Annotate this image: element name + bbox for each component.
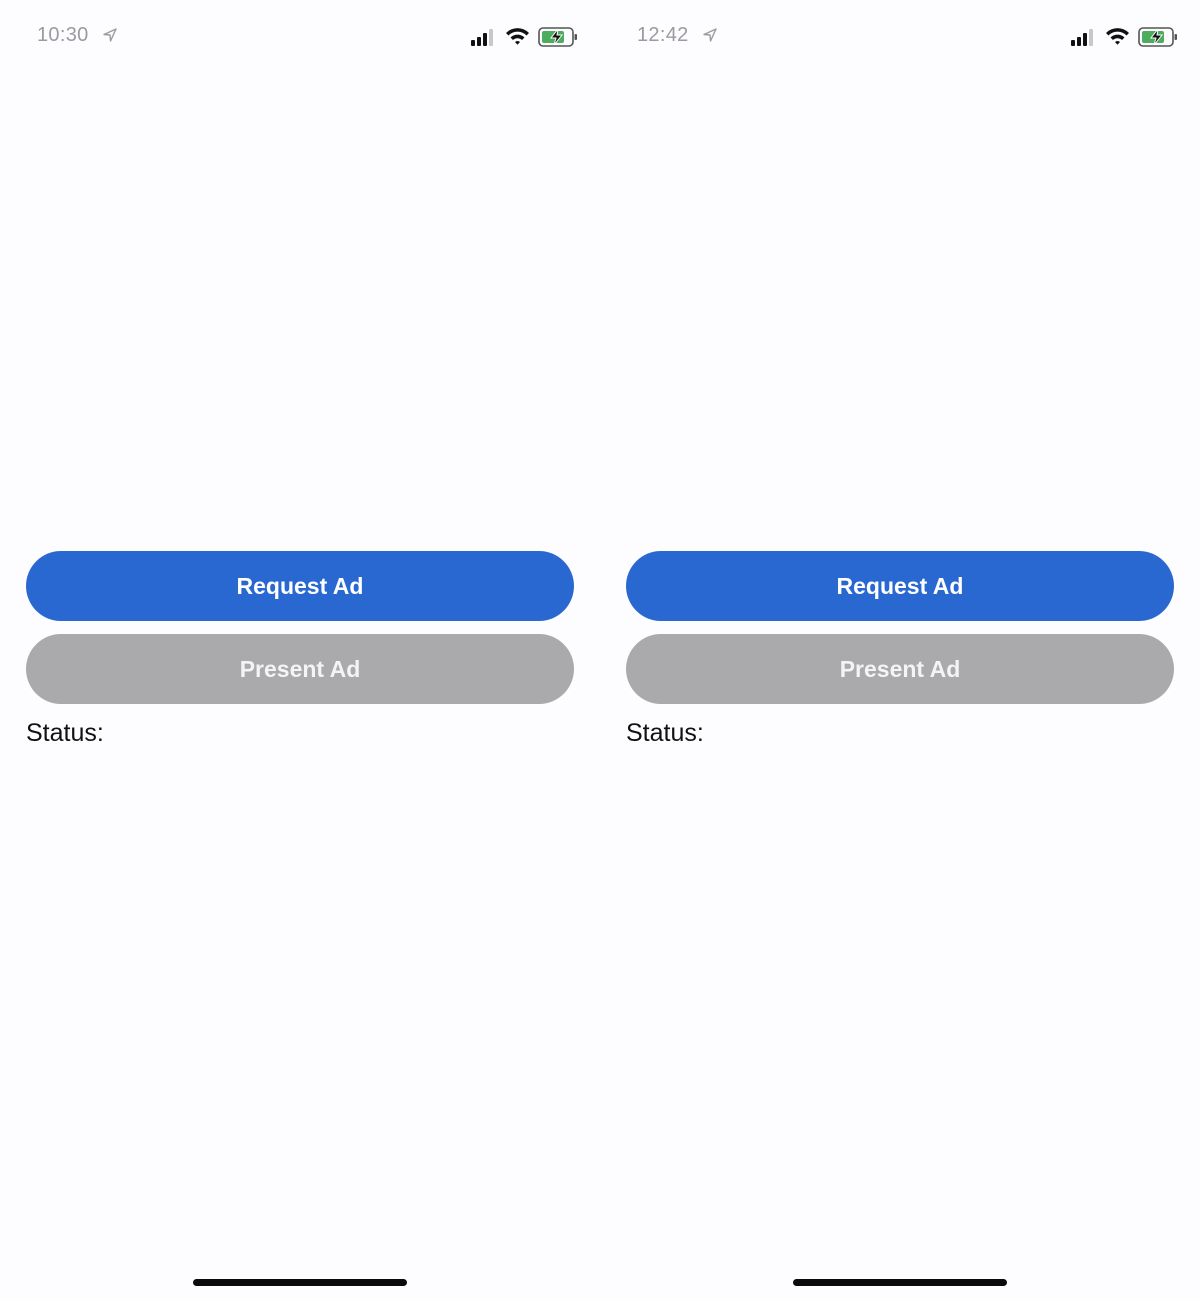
wifi-icon: [1106, 28, 1129, 45]
status-label: Status:: [626, 719, 704, 747]
wifi-icon: [506, 28, 529, 45]
home-indicator[interactable]: [193, 1279, 407, 1286]
status-time: 12:42: [637, 24, 689, 46]
present-ad-button[interactable]: Present Ad: [626, 634, 1174, 704]
status-time: 10:30: [37, 24, 89, 46]
battery-charging-icon: [1138, 27, 1177, 47]
present-ad-button[interactable]: Present Ad: [26, 634, 574, 704]
location-arrow-icon: [703, 28, 717, 42]
status-bar: 10:30: [0, 18, 600, 54]
cellular-signal-icon: [1071, 29, 1093, 46]
battery-charging-icon: [538, 27, 577, 47]
status-label: Status:: [26, 719, 104, 747]
location-arrow-icon: [103, 28, 117, 42]
phone-screen-left: 10:30 Request Ad Present Ad Status:: [0, 0, 600, 1300]
status-bar: 12:42: [600, 18, 1200, 54]
cellular-signal-icon: [471, 29, 493, 46]
request-ad-button[interactable]: Request Ad: [626, 551, 1174, 621]
screenshot-canvas: 10:30 Request Ad Present Ad Status: 12:4…: [0, 0, 1200, 1300]
home-indicator[interactable]: [793, 1279, 1007, 1286]
phone-screen-right: 12:42 Request Ad Present Ad Status:: [600, 0, 1200, 1300]
request-ad-button[interactable]: Request Ad: [26, 551, 574, 621]
